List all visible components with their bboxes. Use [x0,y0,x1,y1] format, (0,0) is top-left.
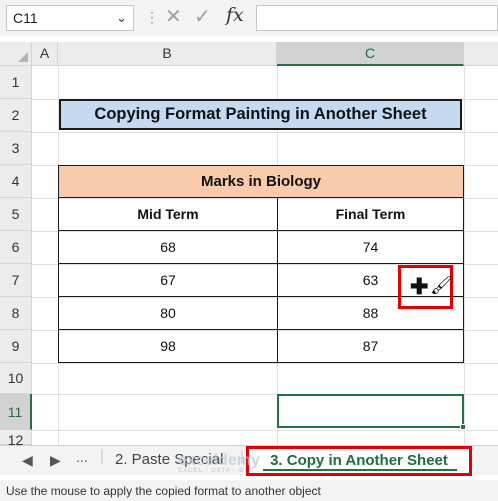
table-cell[interactable]: 68 [58,230,278,264]
more-sheets-button[interactable]: ... [76,449,88,465]
format-painter-cursor-highlight: ✚ 🖌 [398,265,453,309]
table-main-header[interactable]: Marks in Biology [58,165,464,198]
row-header-7[interactable]: 7 [0,264,32,297]
plus-cursor-icon: ✚ [410,274,429,299]
row-header-2[interactable]: 2 [0,99,32,132]
select-all-corner[interactable] [0,42,32,66]
row-header-1[interactable]: 1 [0,66,32,99]
selected-cell-c11[interactable] [277,394,466,430]
grid-line [32,132,498,133]
paintbrush-icon: 🖌 [430,275,453,295]
status-text: Use the mouse to apply the copied format… [6,484,321,498]
scroll-left-icon[interactable]: ◀ [22,452,33,469]
grid-line [32,430,498,431]
row-header-12[interactable]: 12 [0,430,32,448]
row-header-4[interactable]: 4 [0,165,32,198]
column-header-a[interactable]: A [32,42,58,66]
table-cell[interactable]: 87 [277,329,464,363]
row-header-10[interactable]: 10 [0,363,32,394]
row-header-3[interactable]: 3 [0,132,32,165]
sheet-tab-copy-in-another-sheet[interactable]: 3. Copy in Another Sheet [246,446,472,476]
sheet-title[interactable]: Copying Format Painting in Another Sheet [59,99,462,130]
watermark-logo: exceldemy EXCEL · DATA · BI [178,452,260,474]
column-header-b[interactable]: B [58,42,277,66]
table-cell[interactable]: 67 [58,263,278,297]
insert-function-icon[interactable]: fx [226,4,244,26]
name-box[interactable]: C11 ⌄ [6,5,134,31]
formula-input[interactable] [256,5,498,31]
column-label-final-term[interactable]: Final Term [277,197,464,231]
grid-line [464,66,465,445]
table-cell[interactable]: 80 [58,296,278,330]
column-header-d[interactable] [464,42,498,66]
active-tab-label: 3. Copy in Another Sheet [270,452,448,469]
grid-line [32,363,498,364]
name-box-value: C11 [13,10,38,26]
table-cell[interactable]: 74 [277,230,464,264]
column-label-mid-term[interactable]: Mid Term [58,197,278,231]
row-header-11[interactable]: 11 [0,394,32,430]
enter-icon[interactable]: ✓ [194,4,211,29]
formula-bar: C11 ⌄ ⋮ ✕ ✓ fx [0,0,498,36]
row-header-8[interactable]: 8 [0,297,32,330]
fill-handle[interactable] [460,424,466,430]
cancel-icon[interactable]: ✕ [165,4,182,29]
more-options-icon[interactable]: ⋮ [145,9,159,26]
chevron-down-icon[interactable]: ⌄ [116,10,127,26]
table-cell[interactable]: 98 [58,329,278,363]
status-bar: Use the mouse to apply the copied format… [0,480,498,501]
column-header-c[interactable]: C [277,42,464,66]
row-header-9[interactable]: 9 [0,330,32,363]
row-header-6[interactable]: 6 [0,231,32,264]
scroll-right-icon[interactable]: ▶ [50,452,61,469]
row-header-5[interactable]: 5 [0,198,32,231]
